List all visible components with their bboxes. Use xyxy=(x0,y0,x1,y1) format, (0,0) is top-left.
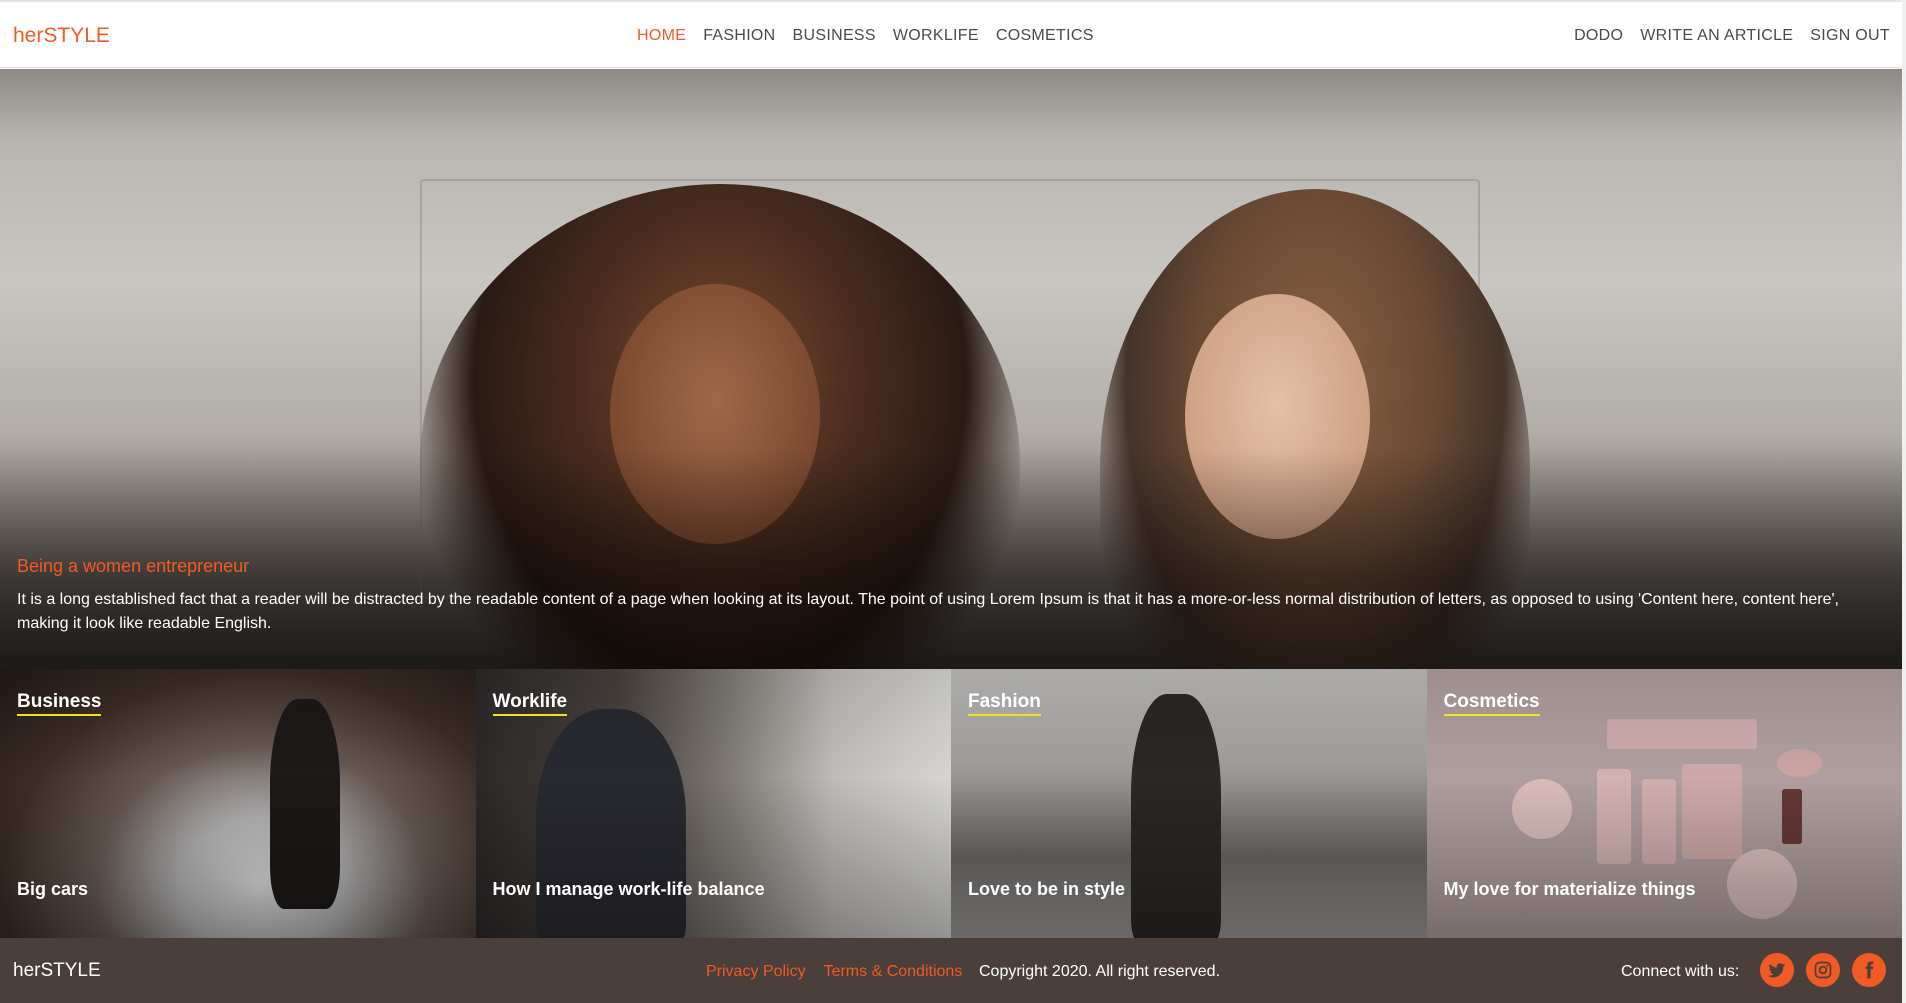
nav-business[interactable]: BUSINESS xyxy=(793,27,876,45)
card-category-link[interactable]: Fashion xyxy=(968,691,1041,716)
nav-write-article[interactable]: WRITE AN ARTICLE xyxy=(1640,27,1793,45)
nav-worklife[interactable]: WORKLIFE xyxy=(893,27,979,45)
footer-links: Privacy Policy Terms & Conditions xyxy=(706,963,962,981)
top-navbar: herSTYLE HOME FASHION BUSINESS WORKLIFE … xyxy=(0,0,1906,68)
facebook-icon[interactable] xyxy=(1852,953,1886,987)
card-headline[interactable]: Big cars xyxy=(17,879,88,900)
twitter-icon[interactable] xyxy=(1760,953,1794,987)
page-scrollbar[interactable] xyxy=(1902,0,1906,1003)
hero-gradient-overlay xyxy=(0,449,1902,669)
card-headline[interactable]: Love to be in style xyxy=(968,879,1125,900)
privacy-policy-link[interactable]: Privacy Policy xyxy=(706,963,806,981)
card-business[interactable]: Business Big cars xyxy=(0,669,476,938)
hero-article-excerpt: It is a long established fact that a rea… xyxy=(17,591,1839,632)
hero-article-title[interactable]: Being a women entrepreneur xyxy=(17,556,249,577)
card-category-link[interactable]: Worklife xyxy=(492,691,568,716)
brand-logo[interactable]: herSTYLE xyxy=(13,24,110,48)
nav-home[interactable]: HOME xyxy=(637,27,686,45)
card-category-link[interactable]: Cosmetics xyxy=(1443,691,1540,716)
nav-sign-out[interactable]: SIGN OUT xyxy=(1810,27,1890,45)
card-headline[interactable]: How I manage work-life balance xyxy=(493,879,765,900)
copyright-text: Copyright 2020. All right reserved. xyxy=(979,963,1221,980)
card-cosmetics[interactable]: Cosmetics My love for materialize things xyxy=(1426,669,1902,938)
instagram-icon[interactable] xyxy=(1806,953,1840,987)
card-fashion[interactable]: Fashion Love to be in style xyxy=(951,669,1427,938)
terms-conditions-link[interactable]: Terms & Conditions xyxy=(824,963,963,981)
card-worklife[interactable]: Worklife How I manage work-life balance xyxy=(475,669,951,938)
card-category-link[interactable]: Business xyxy=(17,691,102,716)
category-cards: Business Big cars Worklife How I manage … xyxy=(0,669,1902,938)
nav-fashion[interactable]: FASHION xyxy=(703,27,775,45)
nav-user-profile[interactable]: DODO xyxy=(1574,27,1623,45)
connect-label: Connect with us: xyxy=(1621,963,1740,980)
footer-brand: herSTYLE xyxy=(13,960,101,981)
site-footer: herSTYLE Privacy Policy Terms & Conditio… xyxy=(0,938,1906,1003)
user-nav: DODO WRITE AN ARTICLE SIGN OUT xyxy=(1574,27,1890,45)
main-nav: HOME FASHION BUSINESS WORKLIFE COSMETICS xyxy=(637,27,1094,45)
nav-cosmetics[interactable]: COSMETICS xyxy=(996,27,1094,45)
hero-banner: Being a women entrepreneur It is a long … xyxy=(0,69,1902,669)
card-headline[interactable]: My love for materialize things xyxy=(1444,879,1696,900)
